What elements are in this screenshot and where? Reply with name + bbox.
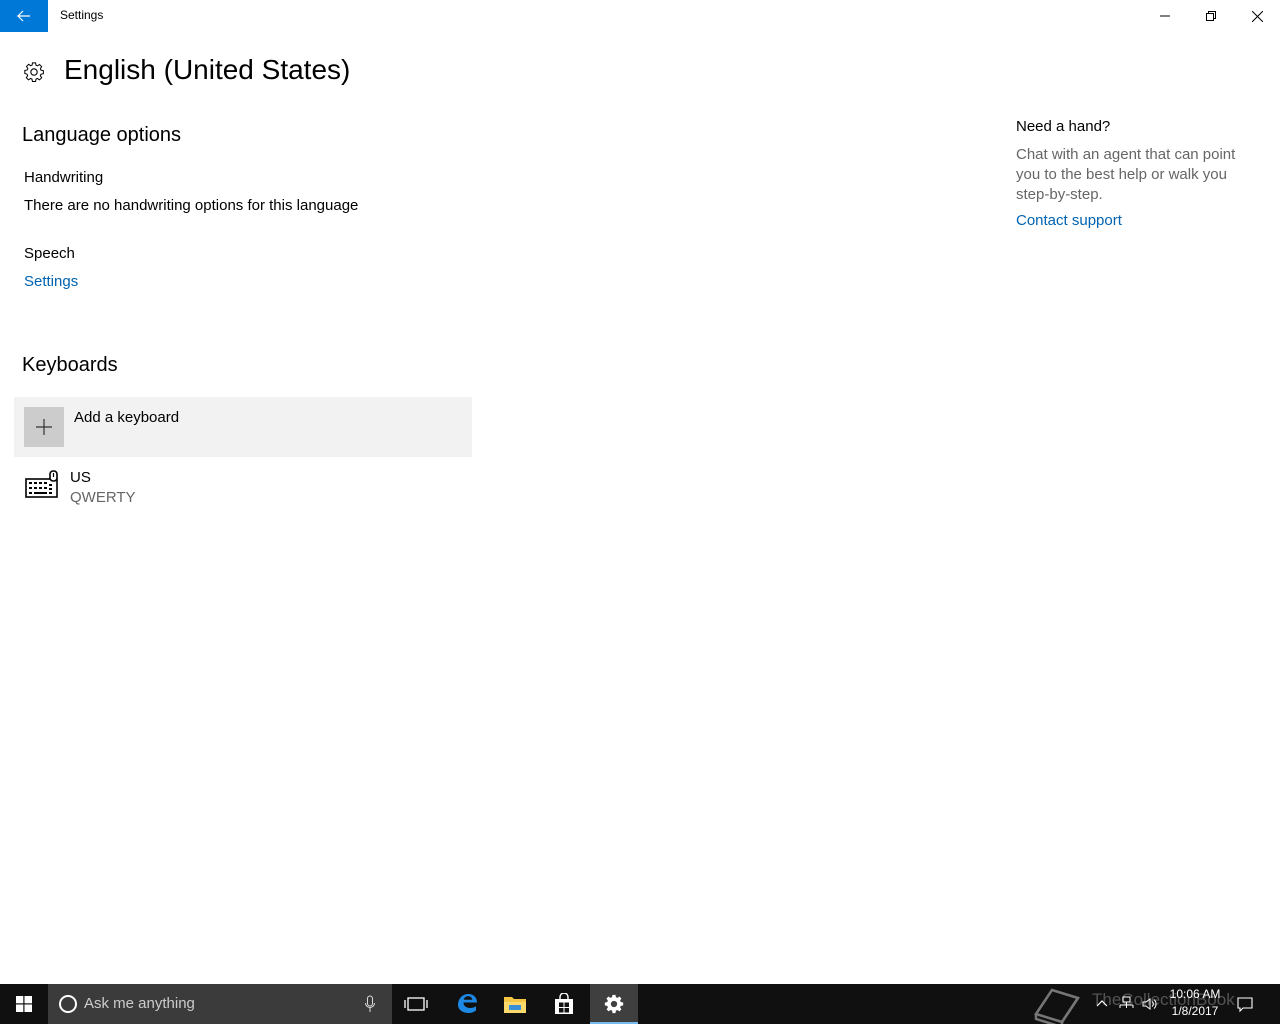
add-keyboard-button[interactable]: Add a keyboard bbox=[14, 397, 472, 457]
plus-icon bbox=[36, 419, 52, 435]
start-button[interactable] bbox=[0, 984, 48, 1024]
speech-settings-link[interactable]: Settings bbox=[24, 273, 78, 290]
keyboards-heading: Keyboards bbox=[22, 354, 118, 376]
network-icon[interactable] bbox=[1118, 996, 1134, 1012]
taskbar-clock[interactable]: 10:06 AM 1/8/2017 bbox=[1164, 986, 1226, 1020]
task-view-button[interactable] bbox=[392, 984, 440, 1024]
edge-icon bbox=[458, 994, 477, 1013]
store-bag-icon bbox=[555, 993, 573, 1014]
help-title: Need a hand? bbox=[1016, 118, 1111, 135]
restore-icon bbox=[1206, 11, 1216, 21]
search-placeholder: Ask me anything bbox=[84, 995, 195, 1012]
edge-button[interactable] bbox=[443, 984, 491, 1024]
store-button[interactable] bbox=[540, 984, 588, 1024]
file-explorer-button[interactable] bbox=[491, 984, 539, 1024]
chevron-up-icon[interactable] bbox=[1094, 996, 1110, 1012]
back-arrow-icon bbox=[17, 10, 30, 22]
keyboard-icon bbox=[25, 470, 58, 498]
minimize-icon bbox=[1160, 15, 1170, 17]
add-icon-tile bbox=[24, 407, 64, 447]
settings-taskbar-button[interactable] bbox=[590, 984, 638, 1024]
task-view-icon bbox=[404, 997, 428, 1011]
clock-time: 10:06 AM bbox=[1169, 987, 1221, 1001]
help-description: Chat with an agent that can point you to… bbox=[1016, 146, 1236, 203]
language-options-heading: Language options bbox=[22, 124, 182, 146]
close-icon bbox=[1251, 10, 1263, 22]
action-center-icon[interactable] bbox=[1236, 995, 1254, 1013]
watermark-book-logo bbox=[1034, 988, 1080, 1024]
gear-icon bbox=[24, 62, 44, 83]
contact-support-link[interactable]: Contact support bbox=[1016, 212, 1122, 229]
restore-button[interactable] bbox=[1188, 0, 1234, 32]
keyboard-layout: QWERTY bbox=[70, 489, 136, 506]
settings-gear-icon bbox=[604, 994, 624, 1014]
speech-label: Speech bbox=[24, 245, 75, 262]
cortana-icon bbox=[59, 995, 77, 1013]
title-bar: Settings bbox=[0, 0, 1280, 32]
close-button[interactable] bbox=[1234, 0, 1280, 32]
keyboard-name: US bbox=[70, 469, 91, 486]
taskbar: Ask me anything TheCollectionBook 10:06 … bbox=[0, 984, 1280, 1024]
clock-date: 1/8/2017 bbox=[1171, 1004, 1219, 1018]
keyboard-list-item[interactable]: US QWERTY bbox=[14, 465, 472, 513]
minimize-button[interactable] bbox=[1142, 0, 1188, 32]
volume-icon[interactable] bbox=[1142, 996, 1158, 1012]
microphone-icon[interactable] bbox=[364, 995, 376, 1013]
folder-icon bbox=[504, 997, 526, 1013]
windows-logo-icon bbox=[16, 996, 32, 1012]
window-title: Settings bbox=[60, 8, 104, 22]
page-title: English (United States) bbox=[64, 54, 351, 85]
cortana-search-box[interactable]: Ask me anything bbox=[48, 984, 392, 1024]
add-keyboard-label: Add a keyboard bbox=[74, 409, 180, 426]
handwriting-label: Handwriting bbox=[24, 169, 104, 186]
back-button[interactable] bbox=[0, 0, 48, 32]
handwriting-status-text: There are no handwriting options for thi… bbox=[24, 197, 359, 214]
